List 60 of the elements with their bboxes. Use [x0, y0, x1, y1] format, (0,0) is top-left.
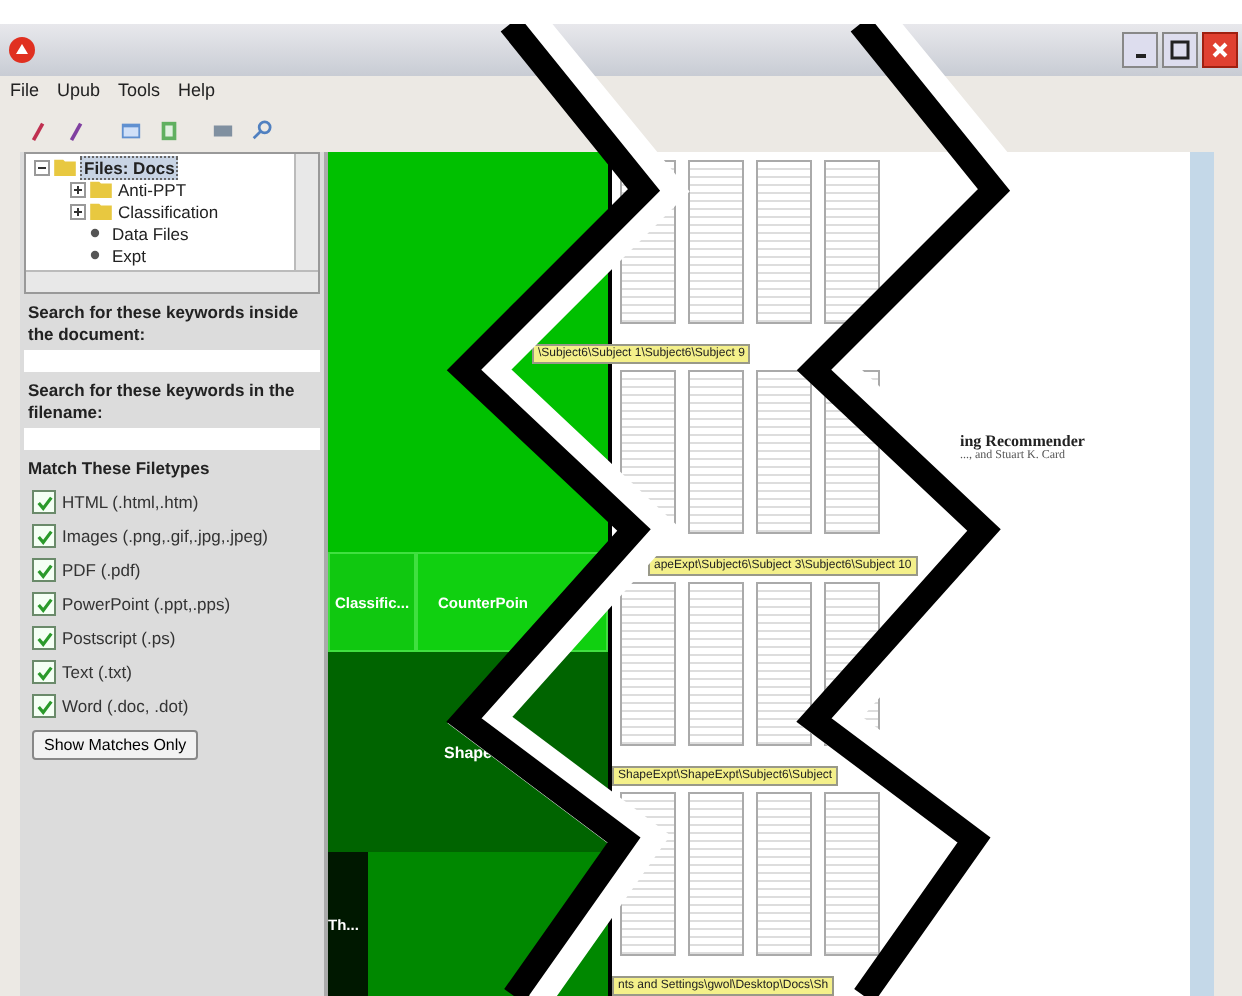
page-thumbnail[interactable]	[688, 581, 744, 745]
maximize-icon	[1170, 40, 1190, 60]
checkbox[interactable]	[32, 558, 56, 582]
page-thumbnail[interactable]	[756, 160, 812, 324]
tree-item[interactable]: Data Files	[110, 223, 191, 243]
checkbox[interactable]	[32, 592, 56, 616]
tree-item[interactable]: Files: Docs	[80, 155, 179, 179]
menu-item[interactable]: File	[10, 80, 40, 104]
checkbox[interactable]	[32, 524, 56, 548]
menu-item[interactable]: Upub	[57, 80, 101, 104]
menu-item[interactable]: Help	[178, 80, 216, 104]
folder-icon	[90, 202, 112, 220]
search-label: Search for these keywords in the filename:	[26, 380, 297, 424]
checkbox[interactable]	[32, 490, 56, 514]
folder-icon	[54, 158, 76, 176]
checkbox-label: HTML (.html,.htm)	[62, 492, 199, 512]
document-search-field[interactable]	[24, 350, 320, 372]
page-thumbnail[interactable]	[824, 791, 880, 956]
page-thumbnail[interactable]	[756, 370, 812, 535]
document-icon[interactable]	[158, 119, 180, 141]
checkbox-label: Postscript (.ps)	[62, 628, 176, 648]
bullet-icon	[90, 250, 100, 260]
checkbox[interactable]	[32, 626, 56, 650]
maximize-button[interactable]	[1162, 32, 1198, 68]
minimize-icon	[1135, 54, 1145, 58]
menu-item[interactable]: Tools	[118, 80, 161, 104]
app-logo-icon	[8, 36, 36, 64]
checkbox-label: Word (.doc, .dot)	[62, 696, 189, 716]
tree-item[interactable]: Classification	[116, 201, 221, 221]
page-thumbnail[interactable]	[688, 791, 744, 956]
checkbox-label: Text (.txt)	[62, 662, 132, 682]
tree-item[interactable]: Expt	[110, 245, 149, 265]
close-button[interactable]	[1202, 32, 1238, 68]
checkbox-label: Images (.png,.gif,.jpg,.jpeg)	[62, 526, 269, 546]
scrollbar[interactable]	[26, 270, 318, 292]
tree-item[interactable]: Anti-PPT	[116, 179, 189, 199]
checkbox[interactable]	[32, 660, 56, 684]
checkbox-label: PDF (.pdf)	[62, 560, 141, 580]
page-thumbnail[interactable]	[756, 581, 812, 745]
show-matches-button[interactable]: Show Matches Only	[32, 730, 199, 760]
search-label: Search for these keywords inside the document:	[26, 302, 301, 346]
document-title: ing Recommender	[960, 432, 1087, 450]
page-thumbnail[interactable]	[688, 370, 744, 535]
minimize-button[interactable]	[1122, 32, 1158, 68]
expand-icon[interactable]	[70, 181, 86, 197]
expand-icon[interactable]	[70, 203, 86, 219]
page-thumbnail[interactable]	[756, 791, 812, 956]
collapse-icon[interactable]	[34, 159, 50, 175]
checkbox[interactable]	[32, 694, 56, 718]
page-thumbnail[interactable]	[824, 160, 880, 324]
bullet-icon	[90, 228, 100, 238]
scrollbar[interactable]	[294, 154, 318, 272]
checkbox-label: PowerPoint (.ppt,.pps)	[62, 594, 231, 614]
page-thumbnail[interactable]	[620, 581, 676, 745]
close-icon	[1210, 40, 1230, 60]
window-icon[interactable]	[120, 119, 142, 141]
filename-search-field[interactable]	[24, 428, 320, 450]
search-icon[interactable]	[250, 119, 272, 141]
page-thumbnail[interactable]	[688, 160, 744, 324]
filetypes-heading: Match These Filetypes	[26, 458, 212, 480]
